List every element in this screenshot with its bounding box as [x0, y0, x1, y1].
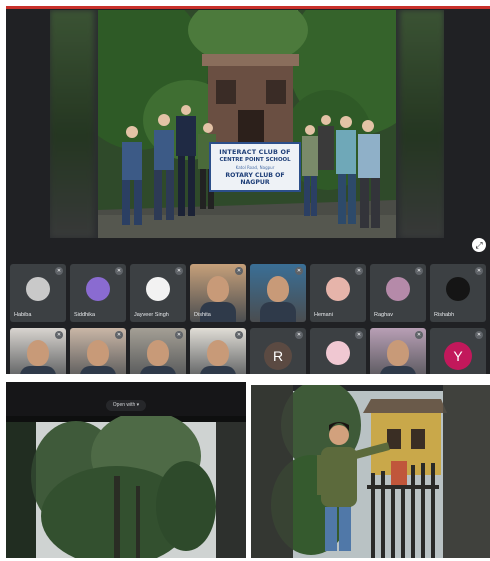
participant-video-body	[20, 366, 56, 374]
blurred-edge-right	[400, 10, 444, 238]
club-banner: INTERACT CLUB OF CENTRE POINT SCHOOL Kat…	[209, 142, 301, 192]
participant-tile[interactable]: ✕	[370, 328, 426, 374]
participant-video-body	[140, 366, 176, 374]
participant-video-face	[267, 276, 289, 302]
participant-avatar	[326, 341, 350, 365]
participant-video-face	[207, 340, 229, 366]
participant-avatar	[386, 277, 410, 301]
participant-tile[interactable]: ✕ Dishita	[190, 264, 246, 322]
participant-avatar	[26, 277, 50, 301]
group-photo	[98, 10, 396, 238]
participant-name: Raghav	[374, 312, 393, 318]
participant-name: Hemani	[314, 312, 333, 318]
participant-initial: Y	[444, 342, 472, 370]
participant-avatar	[326, 277, 350, 301]
mic-off-icon: ✕	[415, 331, 423, 339]
participant-video-face	[147, 340, 169, 366]
gate-image	[251, 385, 490, 558]
mic-off-icon: ✕	[235, 267, 243, 275]
participant-tile[interactable]: ✕	[130, 328, 186, 374]
participant-tile[interactable]: ✕	[70, 328, 126, 374]
participant-video-body	[260, 302, 296, 322]
mic-off-icon: ✕	[355, 267, 363, 275]
participant-initial: R	[264, 342, 292, 370]
mic-off-icon: ✕	[175, 267, 183, 275]
participant-tile[interactable]: ✕ Jayveer Singh	[130, 264, 186, 322]
participant-name: Rishabh	[434, 312, 455, 318]
participant-tile[interactable]: ✕	[10, 328, 66, 374]
mic-off-icon: ✕	[55, 267, 63, 275]
participant-avatar	[86, 277, 110, 301]
participant-video-face	[207, 276, 229, 302]
mic-off-icon: ✕	[475, 331, 483, 339]
participant-name: Dishita	[194, 312, 211, 318]
expand-icon[interactable]: ⤢	[472, 238, 486, 252]
mic-off-icon: ✕	[475, 267, 483, 275]
mic-off-icon: ✕	[355, 331, 363, 339]
tree-image	[6, 416, 246, 558]
mic-off-icon: ✕	[415, 267, 423, 275]
participant-avatar	[446, 277, 470, 301]
banner-line-4: ROTARY CLUB OF NAGPUR	[225, 172, 285, 186]
participant-video-body	[200, 366, 236, 374]
participant-tile[interactable]: ✕ Rishabh	[430, 264, 486, 322]
banner-line-2: CENTRE POINT SCHOOL	[219, 157, 291, 163]
video-call-window: INTERACT CLUB OF CENTRE POINT SCHOOL Kat…	[6, 6, 490, 374]
participant-video-face	[87, 340, 109, 366]
open-with-button[interactable]: Open with ▾	[106, 400, 146, 411]
participant-tile[interactable]: ✕ Habiba	[10, 264, 66, 322]
window-top-border	[6, 6, 490, 9]
participant-tile[interactable]: ✕ Hemani	[310, 264, 366, 322]
mic-off-icon: ✕	[175, 331, 183, 339]
participant-tile[interactable]: ✕ Raghav	[370, 264, 426, 322]
tree-photo: Open with ▾	[6, 382, 246, 558]
participant-tile[interactable]: R ✕	[250, 328, 306, 374]
participant-video-face	[387, 340, 409, 366]
participant-tile[interactable]: ✕	[190, 328, 246, 374]
participant-name: Siddhika	[74, 312, 96, 318]
mic-off-icon: ✕	[235, 331, 243, 339]
mic-off-icon: ✕	[115, 331, 123, 339]
mic-off-icon: ✕	[295, 331, 303, 339]
participant-tile[interactable]: ✕	[250, 264, 306, 322]
participant-tile[interactable]: ✕ Siddhika	[70, 264, 126, 322]
participant-name: Habiba	[14, 312, 32, 318]
mic-off-icon: ✕	[295, 267, 303, 275]
participant-video-body	[380, 366, 416, 374]
participant-tile[interactable]: Y ✕	[430, 328, 486, 374]
mic-off-icon: ✕	[55, 331, 63, 339]
girl-at-gate-photo	[251, 385, 490, 558]
mic-off-icon: ✕	[115, 267, 123, 275]
participant-avatar	[146, 277, 170, 301]
banner-line-1: INTERACT CLUB OF	[219, 148, 291, 156]
participant-name: Jayveer Singh	[134, 312, 169, 318]
participant-video-face	[27, 340, 49, 366]
participant-video-body	[80, 366, 116, 374]
participant-tile[interactable]: ✕	[310, 328, 366, 374]
presenter-video[interactable]: INTERACT CLUB OF CENTRE POINT SCHOOL Kat…	[50, 10, 444, 238]
banner-line-3: Katol Road, Nagpur	[235, 165, 275, 170]
viewer-toolbar: Open with ▾	[6, 382, 246, 416]
blurred-edge-left	[50, 10, 94, 238]
